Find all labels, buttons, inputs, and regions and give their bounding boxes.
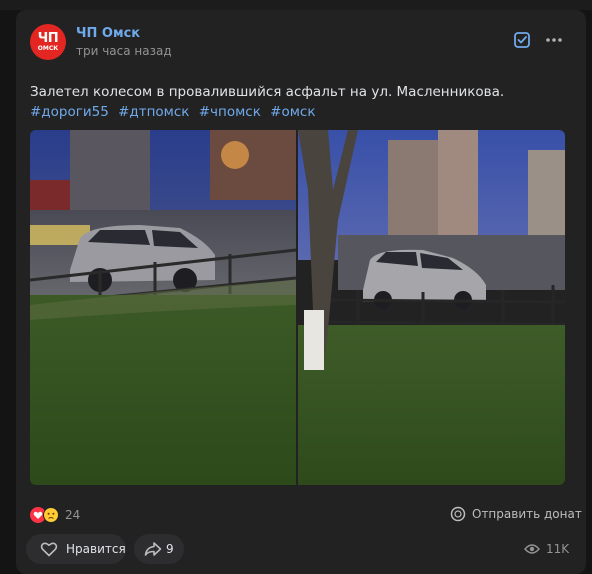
sad-emoji-icon: [43, 507, 59, 523]
hashtag-link[interactable]: #чпомск: [199, 104, 261, 120]
reactions-summary[interactable]: 24: [30, 506, 80, 524]
post-time[interactable]: три часа назад: [76, 44, 172, 58]
views-count: 11K: [546, 542, 570, 556]
avatar-text: ЧП: [37, 31, 59, 46]
donate-label: Отправить донат: [472, 507, 582, 521]
top-background-strip: [0, 0, 592, 10]
eye-icon: [524, 544, 540, 554]
heart-outline-icon: [40, 542, 58, 557]
post-card: ЧП ОМСК ЧП Омск три часа назад Залетел к…: [16, 10, 586, 574]
donate-button[interactable]: Отправить донат: [450, 506, 582, 522]
save-check-icon[interactable]: [512, 30, 532, 50]
avatar[interactable]: ЧП ОМСК: [30, 24, 66, 60]
hashtag-link[interactable]: #дтпомск: [118, 104, 189, 120]
share-button[interactable]: 9: [134, 534, 184, 564]
hashtag-list: #дороги55 #дтпомск #чпомск #омск: [30, 102, 321, 122]
avatar-subtext: ОМСК: [37, 45, 59, 52]
post-text: Залетел колесом в провалившийся асфальт …: [30, 84, 505, 100]
reactions-count: 24: [65, 508, 81, 522]
coin-icon: [450, 506, 466, 522]
views-counter: 11K: [524, 542, 569, 556]
hashtag-link[interactable]: #омск: [270, 104, 315, 120]
author-name[interactable]: ЧП Омск: [76, 26, 140, 41]
like-button[interactable]: Нравится: [26, 534, 126, 564]
share-arrow-icon: [144, 542, 162, 556]
post-photo-2[interactable]: [298, 130, 565, 485]
post-photo-1[interactable]: [30, 130, 296, 485]
share-count: 9: [166, 542, 174, 556]
like-label: Нравится: [66, 542, 126, 556]
more-dots-icon[interactable]: [544, 30, 564, 50]
hashtag-link[interactable]: #дороги55: [30, 104, 109, 120]
